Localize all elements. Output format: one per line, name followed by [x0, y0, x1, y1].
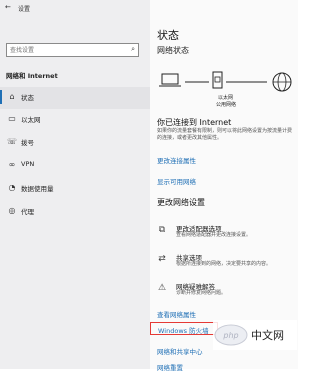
- sidebar-item-ethernet[interactable]: ▭ 以太网: [0, 109, 150, 131]
- watermark-text: 中文网: [251, 329, 284, 342]
- sidebar-item-status[interactable]: ⌂ 状态: [0, 87, 150, 109]
- sidebar-item-label: 以太网: [21, 116, 41, 124]
- ethernet-adapter-icon: [212, 71, 223, 89]
- option-description: 查看网络适配器并更改连接设置。: [176, 232, 252, 238]
- adapter-icon: ⧉: [158, 225, 166, 235]
- computer-icon: [159, 73, 181, 87]
- vpn-icon: ∞: [8, 160, 16, 169]
- sidebar-item-data-usage[interactable]: ◔ 数据使用量: [0, 178, 150, 200]
- search-input[interactable]: [10, 45, 120, 55]
- sidebar-item-label: 状态: [21, 94, 34, 102]
- warning-icon: ⚠: [157, 283, 167, 293]
- sidebar-item-proxy[interactable]: ◎ 代理: [0, 201, 150, 223]
- sharing-icon: ⇄: [158, 254, 166, 264]
- connected-heading: 你已连接到 Internet: [157, 118, 232, 127]
- connected-description: 如果你的流量套餐有限制，则可以将此网络设置为按流量计费的连接，或者更改其他属性。: [157, 128, 293, 141]
- windows-firewall-link[interactable]: Windows 防火墙: [158, 325, 209, 335]
- troubleshoot-item[interactable]: ⚠ 网络疑难解答 诊断并修复网络问题。: [156, 281, 296, 309]
- back-arrow-icon: ←: [5, 3, 11, 11]
- selected-indicator: [0, 90, 2, 104]
- sidebar-item-label: 数据使用量: [21, 185, 54, 193]
- adapter-label: 以太网: [218, 95, 234, 101]
- sidebar-item-label: 代理: [21, 208, 34, 216]
- show-available-networks-link[interactable]: 显示可用网络: [157, 176, 196, 186]
- network-reset-link[interactable]: 网络重置: [157, 362, 183, 372]
- window-title: 设置: [18, 6, 31, 13]
- svg-text:php: php: [222, 331, 238, 340]
- back-button[interactable]: ←: [5, 3, 11, 11]
- dialup-icon: ☏: [7, 137, 18, 146]
- page-title: 状态: [157, 29, 179, 42]
- sidebar-section-label: 网络和 Internet: [6, 72, 58, 80]
- network-status-heading: 网络状态: [157, 46, 189, 55]
- network-profile-label: 公用网络: [216, 102, 237, 108]
- proxy-icon: ◎: [8, 206, 16, 215]
- watermark: php 中文网: [213, 320, 297, 350]
- data-usage-icon: ◔: [8, 183, 16, 192]
- view-network-properties-link[interactable]: 查看网络属性: [157, 309, 196, 319]
- sidebar-item-label: 拨号: [21, 139, 34, 147]
- change-settings-heading: 更改网络设置: [157, 198, 205, 207]
- sharing-options-item[interactable]: ⇄ 共享选项 根据所连接到的网络，决定要共享的内容。: [156, 252, 296, 280]
- home-icon: ⌂: [9, 92, 15, 101]
- globe-icon: [272, 72, 292, 92]
- adapter-options-item[interactable]: ⧉ 更改适配器选项 查看网络适配器并更改连接设置。: [156, 223, 296, 251]
- sidebar-item-dialup[interactable]: ☏ 拨号: [0, 132, 150, 154]
- sidebar-item-vpn[interactable]: ∞ VPN: [0, 155, 150, 177]
- sidebar-item-label: VPN: [21, 160, 35, 168]
- ethernet-icon: ▭: [8, 114, 16, 123]
- option-description: 根据所连接到的网络，决定要共享的内容。: [176, 261, 272, 267]
- option-description: 诊断并修复网络问题。: [176, 290, 227, 296]
- search-box[interactable]: ⌕: [6, 43, 139, 57]
- change-connection-properties-link[interactable]: 更改连接属性: [157, 155, 196, 165]
- php-logo-icon: php: [214, 324, 248, 346]
- network-sharing-center-link[interactable]: 网络和共享中心: [157, 346, 203, 356]
- search-icon: ⌕: [131, 45, 135, 53]
